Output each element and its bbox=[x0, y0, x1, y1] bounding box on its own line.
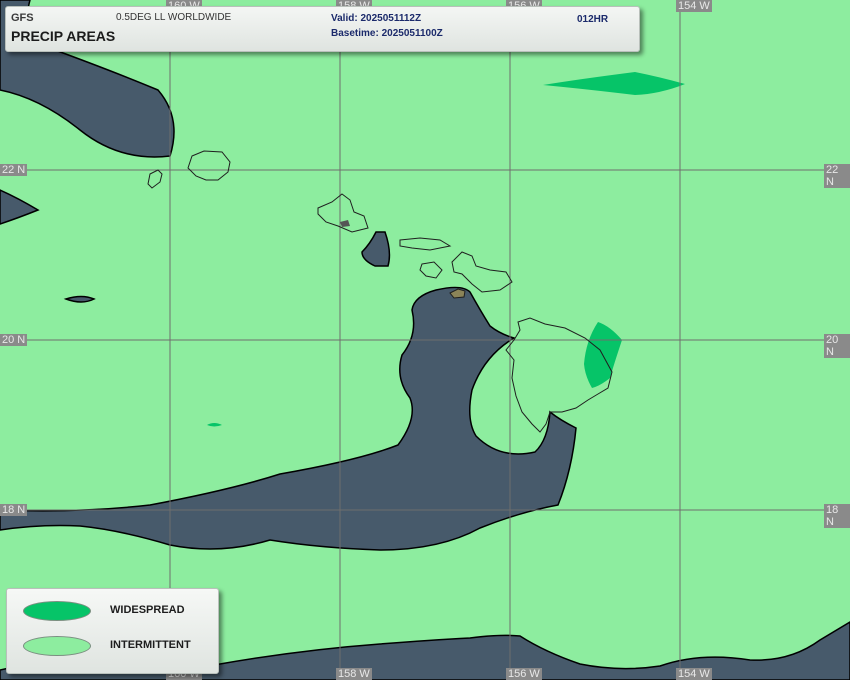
lat-label-18n-left: 18 N bbox=[0, 504, 28, 516]
lat-label-18n-right: 18 N bbox=[824, 504, 850, 528]
legend-swatch-widespread bbox=[23, 601, 91, 621]
lon-label-158w-bottom: 158 W bbox=[336, 668, 372, 680]
lat-label-20n-left: 20 N bbox=[0, 334, 28, 346]
legend-swatch-intermittent bbox=[23, 636, 91, 656]
map-header-panel: GFS PRECIP AREAS 0.5DEG LL WORLDWIDE Val… bbox=[5, 6, 640, 52]
lon-label-154w-top: 154 W bbox=[676, 0, 712, 12]
forecast-hour: 012HR bbox=[577, 14, 609, 25]
valid-time: Valid: 2025051112Z bbox=[331, 13, 422, 24]
legend-label-intermittent: INTERMITTENT bbox=[110, 639, 191, 651]
lon-label-156w-bottom: 156 W bbox=[506, 668, 542, 680]
lon-label-154w-bottom: 154 W bbox=[676, 668, 712, 680]
lat-label-22n-right: 22 N bbox=[824, 164, 850, 188]
model-name: GFS bbox=[11, 12, 34, 24]
legend-panel: WIDESPREAD INTERMITTENT bbox=[6, 588, 219, 674]
grid-resolution: 0.5DEG LL WORLDWIDE bbox=[116, 12, 232, 23]
base-time: Basetime: 2025051100Z bbox=[331, 28, 443, 39]
precip-map[interactable] bbox=[0, 0, 850, 680]
product-title: PRECIP AREAS bbox=[11, 28, 116, 44]
legend-label-widespread: WIDESPREAD bbox=[110, 604, 185, 616]
lat-label-22n-left: 22 N bbox=[0, 164, 28, 176]
lat-label-20n-right: 20 N bbox=[824, 334, 850, 358]
